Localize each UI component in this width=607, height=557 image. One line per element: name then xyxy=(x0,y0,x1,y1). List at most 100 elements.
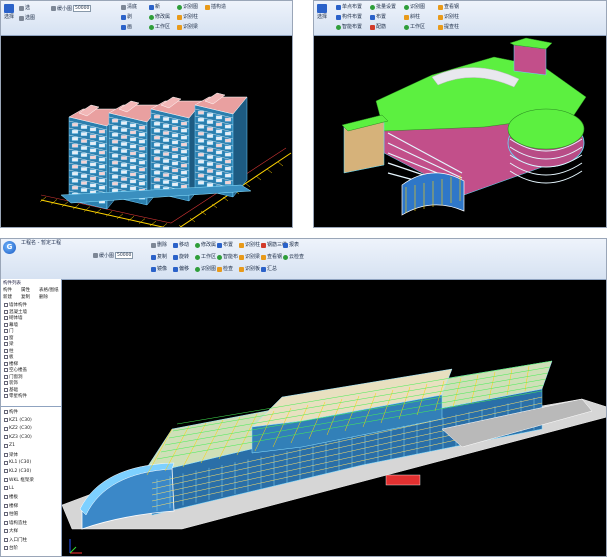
tree-item-3[interactable]: 幕墙 xyxy=(4,322,18,328)
ribbon-button-6[interactable]: 识别图 xyxy=(177,4,198,10)
tree-item-9[interactable]: 楼梯 xyxy=(4,361,18,367)
component-item-7[interactable]: KL2 (C30) xyxy=(4,469,31,474)
panel-tab-0[interactable]: 构件 xyxy=(3,287,12,293)
checkbox-icon[interactable] xyxy=(4,381,8,385)
ribbon-button-4[interactable]: 布置 xyxy=(370,14,386,20)
ribbon-button-0[interactable]: 清底 xyxy=(121,4,137,10)
ribbon-button-2[interactable]: 镜像 xyxy=(151,266,167,272)
checkbox-icon[interactable] xyxy=(4,546,8,550)
checkbox-icon[interactable] xyxy=(4,316,8,320)
checkbox-icon[interactable] xyxy=(4,355,8,359)
checkbox-icon[interactable] xyxy=(4,303,8,307)
ribbon-button-1[interactable]: 剥 xyxy=(121,14,132,20)
app-logo-icon[interactable]: G xyxy=(3,241,16,254)
ribbon-button-8[interactable]: 工作区 xyxy=(404,24,425,30)
checkbox-icon[interactable] xyxy=(4,309,8,314)
checkbox-icon[interactable] xyxy=(4,361,8,366)
ribbon-button-8[interactable]: 识别梁 xyxy=(177,24,198,30)
ribbon-button-3[interactable]: 移动 xyxy=(173,242,189,248)
tree-item-0[interactable]: 墙体构件 xyxy=(4,302,27,308)
tree-item-12[interactable]: 装饰 xyxy=(4,380,18,386)
checkbox-icon[interactable] xyxy=(4,495,8,499)
component-item-3[interactable]: KZ3 (C30) xyxy=(4,435,32,440)
component-item-12[interactable]: 柱帽 xyxy=(4,511,18,517)
ribbon-button-5[interactable]: 工作区 xyxy=(149,24,170,30)
checkbox-icon[interactable] xyxy=(4,460,8,465)
ribbon-button-11[interactable]: 检查 xyxy=(217,266,233,272)
tree-item-10[interactable]: 空心楼盖 xyxy=(4,367,27,373)
tree-item-7[interactable]: 柱 xyxy=(4,348,14,354)
checkbox-icon[interactable] xyxy=(4,486,8,490)
ribbon-button-17[interactable]: 汇总 xyxy=(261,266,277,272)
checkbox-icon[interactable] xyxy=(4,520,8,525)
component-item-11[interactable]: 楼梯 xyxy=(4,503,18,509)
ribbon-button-1[interactable]: 复制 xyxy=(151,254,167,260)
ribbon-button-9[interactable]: 布置 xyxy=(217,242,233,248)
checkbox-icon[interactable] xyxy=(4,418,8,422)
ribbon-button-6[interactable]: 修改属 xyxy=(195,242,216,248)
component-item-2[interactable]: KZ2 (C30) xyxy=(4,426,32,431)
checkbox-icon[interactable] xyxy=(4,387,8,392)
ribbon-button-18[interactable]: 报表 xyxy=(283,242,299,248)
select-button[interactable]: 选择 xyxy=(4,4,14,20)
checkbox-icon[interactable] xyxy=(4,335,8,340)
checkbox-icon[interactable] xyxy=(4,322,8,327)
ribbon-button-5[interactable]: 偏移 xyxy=(173,266,189,272)
checkbox-icon[interactable] xyxy=(4,374,8,379)
ribbon-button-0[interactable]: 删除 xyxy=(151,242,167,248)
component-item-0[interactable]: 构件 xyxy=(4,409,18,415)
ribbon-button-10[interactable]: 识别柱 xyxy=(438,14,459,20)
ribbon-button-5[interactable]: 配筋 xyxy=(370,24,386,30)
scale-control-3[interactable]: 缓小图 50000 xyxy=(93,252,134,259)
ribbon-button-1[interactable]: 构件布置 xyxy=(336,14,362,20)
ribbon-button-9[interactable]: 插构造 xyxy=(205,4,226,10)
ribbon-button-7[interactable]: 斜柱 xyxy=(404,14,420,20)
scale-input-3[interactable]: 50000 xyxy=(115,252,134,259)
panel-tab-2[interactable]: 表格/图纸 xyxy=(39,287,59,293)
checkbox-icon[interactable] xyxy=(4,329,8,333)
ribbon-button-4[interactable]: 修改属 xyxy=(149,14,170,20)
panel-tool-2[interactable]: 删除 xyxy=(39,294,48,300)
ribbon-button-3[interactable]: 批量设置 xyxy=(370,4,396,10)
checkbox-icon[interactable] xyxy=(4,529,8,533)
tree-item-8[interactable]: 板 xyxy=(4,354,14,360)
component-item-13[interactable]: 墙构造柱 xyxy=(4,520,27,526)
checkbox-icon[interactable] xyxy=(4,478,8,482)
checkbox-icon[interactable] xyxy=(4,342,8,346)
checkbox-icon[interactable] xyxy=(4,410,8,414)
checkbox-icon[interactable] xyxy=(4,368,8,372)
ribbon-button-2[interactable]: 画 xyxy=(121,24,132,30)
component-item-10[interactable]: 楼板 xyxy=(4,494,18,500)
component-item-14[interactable]: 大样 xyxy=(4,528,18,534)
tree-item-1[interactable]: 混凝土墙 xyxy=(4,309,27,315)
panel-tab-1[interactable]: 属性 xyxy=(21,287,30,293)
ribbon-button-12[interactable]: 识别柱 xyxy=(239,242,260,248)
ribbon-button-0[interactable]: 单点布置 xyxy=(336,4,362,10)
checkbox-icon[interactable] xyxy=(4,394,8,398)
tree-item-2[interactable]: 砌体墙 xyxy=(4,315,23,321)
ribbon-button-14[interactable]: 识别板 xyxy=(239,266,260,272)
component-item-15[interactable]: 入口门柱 xyxy=(4,537,27,543)
ribbon-button-16[interactable]: 查看钢 xyxy=(261,254,282,260)
checkbox-icon[interactable] xyxy=(4,469,8,473)
component-item-1[interactable]: KZ1 (C30) xyxy=(4,418,32,423)
ribbon-button-9[interactable]: 查看钢 xyxy=(438,4,459,10)
checkbox-icon[interactable] xyxy=(4,537,8,542)
component-item-8[interactable]: WKL 框架梁 xyxy=(4,477,34,483)
ribbon-button-7[interactable]: 识别柱 xyxy=(177,14,198,20)
component-item-16[interactable]: 台阶 xyxy=(4,545,18,551)
ribbon-button-11[interactable]: 提查柱 xyxy=(438,24,459,30)
tree-item-5[interactable]: 窗 xyxy=(4,335,14,341)
checkbox-icon[interactable] xyxy=(4,435,8,439)
component-item-5[interactable]: 梁体 xyxy=(4,452,18,458)
ribbon-button-3[interactable]: 新 xyxy=(149,4,160,10)
panel-tool-1[interactable]: 复制 xyxy=(21,294,30,300)
checkbox-icon[interactable] xyxy=(4,426,8,431)
scale-control[interactable]: 缓小图 50000 xyxy=(51,5,92,12)
component-item-4[interactable]: Z1 xyxy=(4,443,15,448)
ribbon-button-2[interactable]: 智能布置 xyxy=(336,24,362,30)
checkbox-icon[interactable] xyxy=(4,512,8,516)
tree-item-14[interactable]: 零星构件 xyxy=(4,393,27,399)
tree-item-6[interactable]: 梁 xyxy=(4,341,14,347)
tree-item-11[interactable]: 门窗洞 xyxy=(4,374,23,380)
